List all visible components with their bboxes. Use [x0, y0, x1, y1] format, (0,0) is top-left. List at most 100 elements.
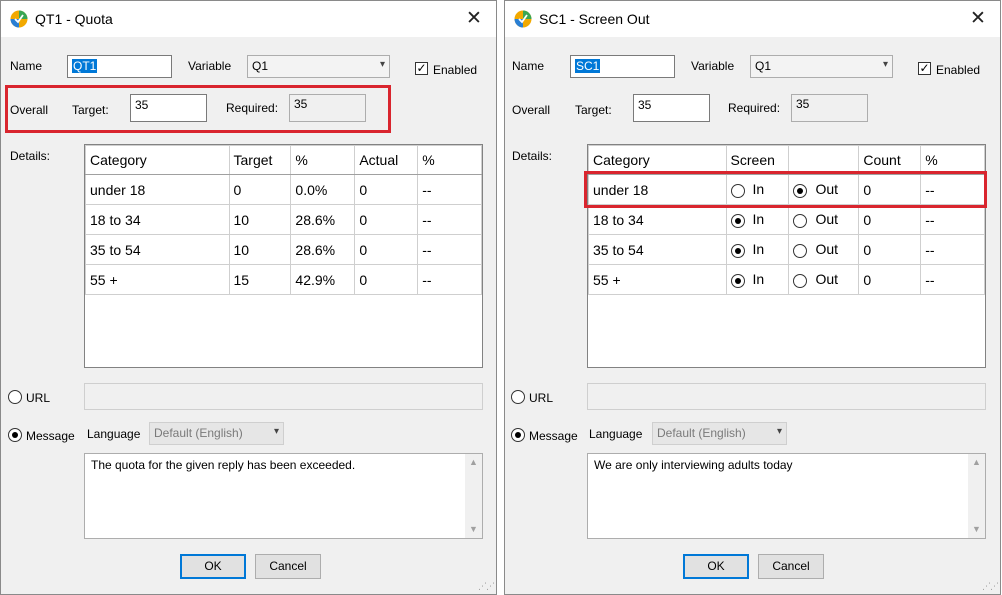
out-label: Out	[815, 271, 839, 288]
column-header-actual[interactable]: Actual	[354, 145, 419, 175]
scroll-up-icon[interactable]: ▲	[465, 454, 482, 471]
scroll-up-icon[interactable]: ▲	[968, 454, 985, 471]
language-select[interactable]: Default (English) ▾	[149, 422, 284, 445]
dialog-title: SC1 - Screen Out	[539, 11, 650, 27]
screen-out-dialog: SC1 - Screen Out ✕ Name SC1 Variable Q1 …	[504, 0, 1001, 595]
enabled-checkbox[interactable]: ✓	[918, 62, 931, 75]
resize-grip-icon[interactable]: ⋰⋰	[478, 581, 495, 592]
cell-category: 55 +	[85, 264, 230, 295]
radio-dot	[515, 432, 521, 438]
message-textarea[interactable]: The quota for the given reply has been e…	[84, 453, 483, 539]
radio-dot	[12, 432, 18, 438]
vertical-scrollbar[interactable]: ▲ ▼	[968, 454, 985, 538]
cell-actual: 0	[354, 234, 419, 265]
row-highlight-box	[584, 171, 987, 208]
radio-in[interactable]	[730, 273, 745, 288]
details-label: Details:	[10, 149, 51, 163]
url-radio[interactable]	[511, 390, 525, 404]
language-label: Language	[87, 427, 141, 441]
radio-dot	[734, 217, 741, 224]
details-grid[interactable]: Category Target % Actual % under 18 0 0.…	[84, 144, 483, 368]
radio-in[interactable]	[730, 243, 745, 258]
scroll-down-icon[interactable]: ▼	[968, 521, 985, 538]
vertical-scrollbar[interactable]: ▲ ▼	[465, 454, 482, 538]
cell-category: 55 +	[588, 264, 727, 295]
message-text: We are only interviewing adults today	[594, 458, 793, 472]
column-header-percent[interactable]: %	[290, 145, 356, 175]
scroll-down-icon[interactable]: ▼	[465, 521, 482, 538]
overall-label: Overall	[512, 103, 551, 117]
radio-in[interactable]	[730, 213, 745, 228]
url-label: URL	[529, 391, 554, 405]
radio-out[interactable]	[793, 243, 808, 258]
screen-in-option[interactable]: In	[725, 234, 790, 265]
cell-count: 0	[858, 264, 922, 295]
message-text: The quota for the given reply has been e…	[91, 458, 356, 472]
table-row[interactable]: 35 to 54 10 28.6% 0 --	[85, 234, 482, 265]
url-input[interactable]	[84, 383, 483, 410]
name-input[interactable]: SC1	[570, 55, 675, 78]
variable-select[interactable]: Q1 ▾	[247, 55, 390, 78]
chevron-down-icon: ▾	[776, 426, 782, 437]
cell-target[interactable]: 15	[228, 264, 292, 295]
cancel-button[interactable]: Cancel	[255, 554, 321, 579]
variable-label: Variable	[691, 59, 735, 73]
table-header-row: Category Target % Actual %	[85, 145, 482, 175]
column-header-target[interactable]: Target	[228, 145, 292, 175]
table-row[interactable]: 55 + In Out 0 --	[588, 264, 985, 295]
name-value: SC1	[575, 59, 601, 73]
target-input[interactable]: 35	[633, 94, 710, 122]
radio-out[interactable]	[793, 213, 808, 228]
screen-out-option[interactable]: Out	[788, 234, 860, 265]
close-icon[interactable]: ✕	[462, 7, 486, 31]
cell-target[interactable]: 0	[228, 174, 292, 205]
message-label: Message	[26, 429, 75, 443]
ok-button[interactable]: OK	[180, 554, 246, 579]
cell-percent: 0.0%	[290, 174, 356, 205]
message-label: Message	[529, 429, 578, 443]
url-radio[interactable]	[8, 390, 22, 404]
cell-percent: --	[920, 264, 985, 295]
details-table: Category Target % Actual % under 18 0 0.…	[85, 145, 482, 295]
screen-out-option[interactable]: Out	[788, 264, 860, 295]
message-radio[interactable]	[511, 428, 525, 442]
table-row[interactable]: under 18 0 0.0% 0 --	[85, 174, 482, 205]
details-table: Category Screen Count % under 18 In Out …	[588, 145, 985, 295]
url-input[interactable]	[587, 383, 986, 410]
cancel-button[interactable]: Cancel	[758, 554, 824, 579]
close-icon[interactable]: ✕	[966, 7, 990, 31]
message-radio[interactable]	[8, 428, 22, 442]
radio-out[interactable]	[793, 273, 808, 288]
column-header-actual-percent[interactable]: %	[417, 145, 482, 175]
cell-percent: 28.6%	[290, 204, 356, 235]
enabled-checkbox[interactable]: ✓	[415, 62, 428, 75]
table-row[interactable]: 35 to 54 In Out 0 --	[588, 234, 985, 265]
name-input[interactable]: QT1	[67, 55, 172, 78]
cell-target[interactable]: 10	[228, 204, 292, 235]
cell-actual: 0	[354, 264, 419, 295]
message-textarea[interactable]: We are only interviewing adults today ▲ …	[587, 453, 986, 539]
language-value: Default (English)	[154, 426, 243, 440]
language-label: Language	[589, 427, 643, 441]
variable-select[interactable]: Q1 ▾	[750, 55, 893, 78]
cell-actual: 0	[354, 174, 419, 205]
target-label: Target:	[575, 103, 612, 117]
cell-category: 35 to 54	[85, 234, 230, 265]
column-header-category[interactable]: Category	[85, 145, 230, 175]
cell-count: 0	[858, 234, 922, 265]
ok-button[interactable]: OK	[683, 554, 749, 579]
in-label: In	[752, 271, 765, 288]
language-select[interactable]: Default (English) ▾	[652, 422, 787, 445]
app-logo-icon	[10, 10, 28, 28]
screen-out-option[interactable]: Out	[788, 204, 860, 235]
table-row[interactable]: 18 to 34 10 28.6% 0 --	[85, 204, 482, 235]
table-row[interactable]: 18 to 34 In Out 0 --	[588, 204, 985, 235]
screen-in-option[interactable]: In	[725, 264, 790, 295]
table-row[interactable]: 55 + 15 42.9% 0 --	[85, 264, 482, 295]
resize-grip-icon[interactable]: ⋰⋰	[982, 581, 999, 592]
cell-target[interactable]: 10	[228, 234, 292, 265]
enabled-label: Enabled	[936, 63, 981, 77]
screen-in-option[interactable]: In	[725, 204, 790, 235]
enabled-label: Enabled	[433, 63, 478, 77]
in-label: In	[752, 241, 765, 258]
